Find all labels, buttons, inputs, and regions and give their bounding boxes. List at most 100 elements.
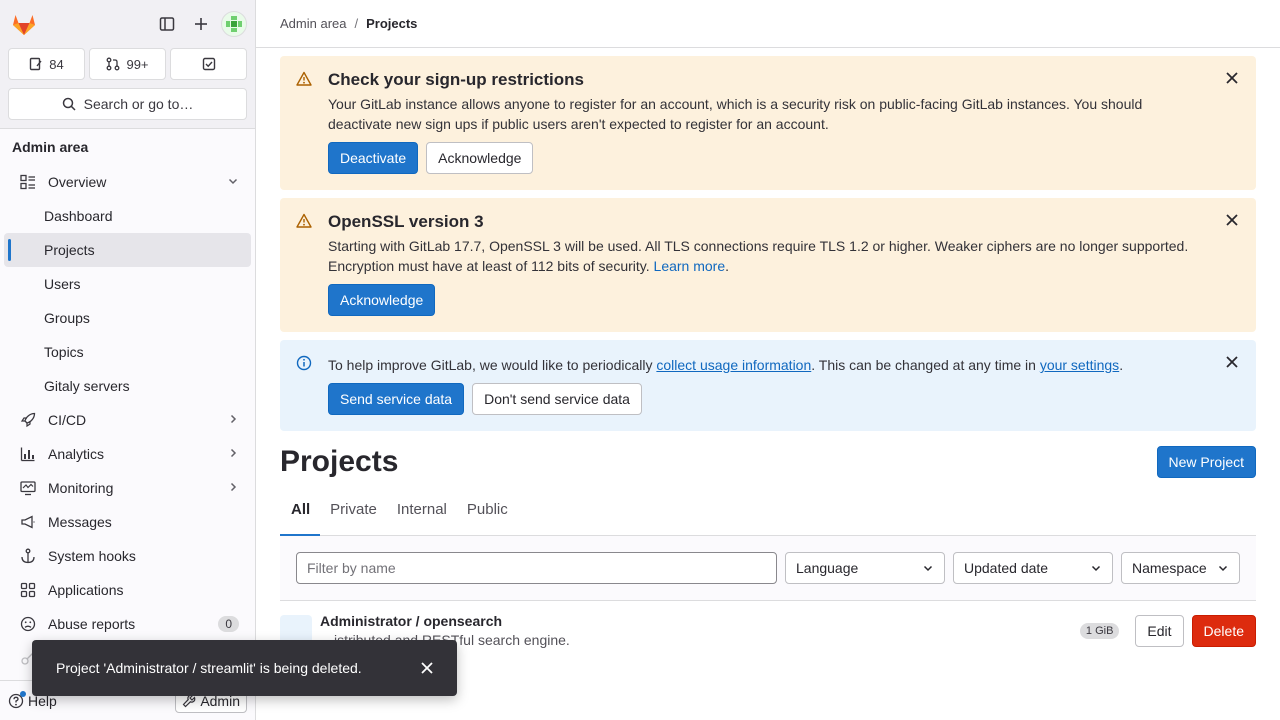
filter-bar: Filter by name Language Updated date Nam…: [280, 536, 1256, 601]
bullhorn-icon: [20, 514, 36, 530]
sidebar-item-topics[interactable]: Topics: [4, 335, 251, 369]
merge-request-icon: [107, 57, 120, 71]
sidebar-item-monitoring[interactable]: Monitoring: [4, 471, 251, 505]
todos-counter-button[interactable]: [170, 48, 247, 80]
dont-send-service-data-button[interactable]: Don't send service data: [472, 383, 642, 415]
sidebar-item-label: Abuse reports: [48, 616, 136, 632]
send-service-data-button[interactable]: Send service data: [328, 383, 465, 415]
issues-count: 84: [49, 56, 64, 72]
tab-public[interactable]: Public: [457, 501, 518, 535]
chevron-right-icon: [227, 412, 239, 428]
sidebar-item-label: Groups: [44, 310, 90, 326]
issues-icon: [30, 57, 42, 71]
tab-all[interactable]: All: [280, 501, 321, 536]
sidebar-item-applications[interactable]: Applications: [4, 573, 251, 607]
sidebar-item-label: Users: [44, 276, 81, 292]
deactivate-button[interactable]: Deactivate: [328, 142, 419, 174]
sidebar: 84 99+ Search or go to… Admin area Overv…: [0, 0, 256, 720]
main-content: Admin area / Projects Check your sign-up…: [256, 0, 1280, 720]
your-settings-link[interactable]: your settings: [1040, 357, 1119, 373]
issues-counter-button[interactable]: 84: [8, 48, 85, 80]
gitlab-logo-icon[interactable]: [8, 8, 40, 40]
sort-dropdown[interactable]: Updated date: [953, 552, 1113, 584]
sidebar-item-gitaly-servers[interactable]: Gitaly servers: [4, 369, 251, 403]
search-button[interactable]: Search or go to…: [8, 88, 247, 120]
usage-text-after: .: [1119, 357, 1124, 373]
merge-requests-count: 99+: [126, 56, 149, 72]
toggle-sidebar-icon[interactable]: [153, 10, 181, 38]
dropdown-label: Namespace: [1132, 560, 1207, 576]
alert-body: To help improve GitLab, we would like to…: [328, 355, 1208, 375]
dropdown-label: Language: [796, 560, 859, 576]
alert-title: OpenSSL version 3: [328, 212, 484, 231]
storage-size-badge: 1 GiB: [1079, 622, 1120, 639]
warning-icon: [296, 71, 312, 86]
chevron-down-icon: [227, 174, 239, 190]
sidebar-item-label: System hooks: [48, 548, 136, 564]
close-icon[interactable]: [421, 662, 433, 674]
usage-text-before: To help improve GitLab, we would like to…: [328, 357, 657, 373]
sidebar-item-cicd[interactable]: CI/CD: [4, 403, 251, 437]
user-avatar[interactable]: [221, 11, 247, 37]
sidebar-item-label: Topics: [44, 344, 84, 360]
sidebar-item-label: Analytics: [48, 446, 105, 462]
merge-requests-counter-button[interactable]: 99+: [89, 48, 166, 80]
chevron-down-icon: [923, 565, 933, 572]
dropdown-label: Updated date: [964, 560, 1049, 576]
sidebar-item-overview[interactable]: Overview: [4, 165, 251, 199]
search-icon: [62, 97, 76, 111]
monitor-icon: [20, 480, 36, 496]
language-dropdown[interactable]: Language: [785, 552, 945, 584]
sidebar-item-analytics[interactable]: Analytics: [4, 437, 251, 471]
signup-restrictions-alert: Check your sign-up restrictions Your Git…: [280, 56, 1256, 190]
sidebar-item-groups[interactable]: Groups: [4, 301, 251, 335]
alert-body-period: .: [725, 258, 730, 274]
anchor-icon: [20, 548, 36, 564]
sidebar-header: [0, 0, 255, 48]
close-icon[interactable]: [1224, 70, 1240, 86]
sidebar-item-label: Messages: [48, 514, 112, 530]
new-project-button[interactable]: New Project: [1156, 446, 1256, 478]
warning-icon: [296, 213, 312, 228]
sidebar-item-messages[interactable]: Messages: [4, 505, 251, 539]
breadcrumb-projects[interactable]: Projects: [366, 16, 417, 31]
breadcrumb-admin-area[interactable]: Admin area: [280, 16, 346, 31]
sidebar-item-label: Monitoring: [48, 480, 114, 496]
plus-icon[interactable]: [187, 10, 215, 38]
page-title: Projects: [280, 445, 399, 478]
sidebar-item-users[interactable]: Users: [4, 267, 251, 301]
breadcrumb-separator: /: [354, 16, 359, 31]
sidebar-item-label: Dashboard: [44, 208, 113, 224]
abuse-reports-count: 0: [218, 616, 239, 632]
filter-by-name-input[interactable]: Filter by name: [296, 552, 777, 584]
collect-usage-link[interactable]: collect usage information: [656, 357, 811, 373]
chevron-right-icon: [227, 480, 239, 496]
sidebar-section-title: Admin area: [12, 139, 89, 155]
tab-private[interactable]: Private: [320, 501, 387, 535]
alert-body-text: Starting with GitLab 17.7, OpenSSL 3 wil…: [328, 238, 1189, 274]
sidebar-item-projects[interactable]: Projects: [4, 233, 251, 267]
edit-project-button[interactable]: Edit: [1135, 614, 1184, 647]
delete-project-button[interactable]: Delete: [1191, 614, 1256, 647]
rocket-icon: [20, 412, 36, 428]
tab-internal[interactable]: Internal: [387, 501, 457, 535]
sidebar-item-abuse-reports[interactable]: Abuse reports 0: [4, 607, 251, 641]
project-name-link[interactable]: Administrator / opensearch: [320, 613, 570, 629]
acknowledge-openssl-button[interactable]: Acknowledge: [328, 284, 436, 316]
chevron-down-icon: [1218, 565, 1228, 572]
close-icon[interactable]: [1224, 212, 1240, 228]
learn-more-link[interactable]: Learn more: [654, 258, 726, 274]
alert-body: Starting with GitLab 17.7, OpenSSL 3 wil…: [328, 236, 1208, 276]
toast-message: Project 'Administrator / streamlit' is b…: [56, 660, 362, 676]
close-icon[interactable]: [1224, 354, 1240, 370]
sidebar-item-dashboard[interactable]: Dashboard: [4, 199, 251, 233]
sidebar-item-label: Gitaly servers: [44, 378, 130, 394]
acknowledge-button[interactable]: Acknowledge: [426, 142, 534, 174]
search-label: Search or go to…: [83, 96, 194, 112]
namespace-dropdown[interactable]: Namespace: [1121, 552, 1240, 584]
visibility-tabs: All Private Internal Public: [280, 501, 1256, 536]
sidebar-item-label: Projects: [44, 242, 95, 258]
openssl-alert: OpenSSL version 3 Starting with GitLab 1…: [280, 198, 1256, 332]
chevron-right-icon: [227, 446, 239, 462]
sidebar-item-system-hooks[interactable]: System hooks: [4, 539, 251, 573]
